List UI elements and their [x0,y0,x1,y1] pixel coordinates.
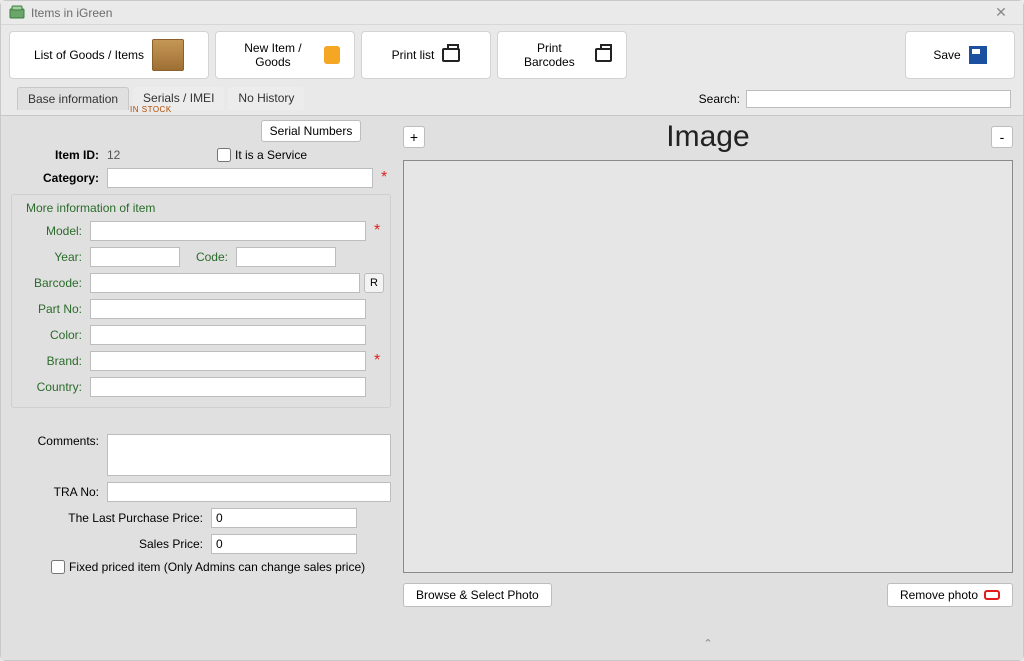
remove-icon [984,590,1000,600]
search-label: Search: [699,92,740,106]
app-icon [9,5,25,21]
required-asterisk: * [381,169,391,187]
new-item-button[interactable]: New Item / Goods [215,31,355,79]
right-column: + Image - Browse & Select Photo Remove p… [403,120,1013,650]
browse-photo-label: Browse & Select Photo [416,588,539,602]
last-purchase-input[interactable] [211,508,357,528]
country-label: Country: [18,380,90,394]
item-id-label: Item ID: [11,148,107,162]
is-service-checkbox[interactable] [217,148,231,162]
print-barcodes-button[interactable]: Print Barcodes [497,31,627,79]
new-item-label: New Item / Goods [230,41,316,69]
fieldset-title: More information of item [22,201,159,215]
model-input[interactable] [90,221,366,241]
in-stock-label: IN STOCK [130,105,172,114]
image-title: Image [425,120,991,154]
browse-photo-button[interactable]: Browse & Select Photo [403,583,552,607]
brand-label: Brand: [18,354,90,368]
printer-icon [595,48,612,62]
brand-input[interactable] [90,351,366,371]
save-button[interactable]: Save [905,31,1015,79]
fixed-price-checkbox-group[interactable]: Fixed priced item (Only Admins can chang… [51,560,365,574]
tra-input[interactable] [107,482,391,502]
list-goods-label: List of Goods / Items [34,48,144,62]
search-input[interactable] [746,90,1011,108]
image-header: + Image - [403,120,1013,154]
window-root: Items in iGreen ✕ List of Goods / Items … [0,0,1024,661]
save-label: Save [933,48,960,62]
comments-input[interactable] [107,434,391,476]
close-button[interactable]: ✕ [987,4,1015,21]
image-zoom-in-button[interactable]: + [403,126,425,148]
serial-numbers-button[interactable]: Serial Numbers [261,120,361,142]
category-label: Category: [11,171,107,185]
fixed-price-label: Fixed priced item (Only Admins can chang… [69,560,365,574]
more-info-fieldset: More information of item Model: * Year: … [11,194,391,408]
required-asterisk: * [374,352,384,370]
sales-price-input[interactable] [211,534,357,554]
is-service-checkbox-group[interactable]: It is a Service [217,148,307,162]
remove-photo-button[interactable]: Remove photo [887,583,1013,607]
model-label: Model: [18,224,90,238]
category-input[interactable] [107,168,373,188]
comments-label: Comments: [11,434,107,448]
tab-no-history[interactable]: No History [228,87,304,110]
last-purchase-label: The Last Purchase Price: [11,511,211,525]
is-service-label: It is a Service [235,148,307,162]
print-barcodes-label: Print Barcodes [512,41,587,69]
box-icon [152,39,184,71]
code-label: Code: [180,250,236,264]
image-footer: Browse & Select Photo Remove photo [403,583,1013,607]
save-icon [969,46,987,64]
sparkle-icon [324,46,340,64]
content-area: Serial Numbers Item ID: 12 It is a Servi… [1,115,1023,660]
item-id-value: 12 [107,148,217,162]
year-label: Year: [18,250,90,264]
fixed-price-checkbox[interactable] [51,560,65,574]
print-list-button[interactable]: Print list [361,31,491,79]
printer-icon [442,48,460,62]
tab-base-information[interactable]: Base information [17,87,129,110]
sales-price-label: Sales Price: [11,537,211,551]
barcode-label: Barcode: [18,276,90,290]
toolbar: List of Goods / Items IN STOCK New Item … [1,25,1023,87]
barcode-regen-button[interactable]: R [364,273,384,293]
partno-input[interactable] [90,299,366,319]
remove-photo-label: Remove photo [900,588,978,602]
barcode-input[interactable] [90,273,360,293]
print-list-label: Print list [392,48,435,62]
image-zoom-out-button[interactable]: - [991,126,1013,148]
country-input[interactable] [90,377,366,397]
window-title: Items in iGreen [31,6,987,20]
color-input[interactable] [90,325,366,345]
resize-handle[interactable]: ⌃ [403,607,1013,650]
color-label: Color: [18,328,90,342]
partno-label: Part No: [18,302,90,316]
left-column: Serial Numbers Item ID: 12 It is a Servi… [11,120,391,650]
year-input[interactable] [90,247,180,267]
code-input[interactable] [236,247,336,267]
required-asterisk: * [374,222,384,240]
tra-label: TRA No: [11,485,107,499]
titlebar: Items in iGreen ✕ [1,1,1023,25]
image-preview-frame [403,160,1013,573]
list-goods-button[interactable]: List of Goods / Items IN STOCK [9,31,209,79]
